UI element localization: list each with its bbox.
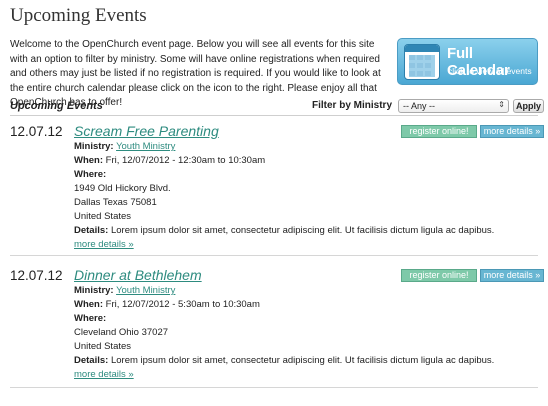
- event-date: 12.07.12: [10, 124, 63, 139]
- full-calendar-subtitle: click to view all events: [448, 66, 532, 76]
- ministry-label: Ministry:: [74, 285, 114, 296]
- address-country: United States: [74, 211, 132, 222]
- address-line-1: Cleveland Ohio 37027: [74, 327, 169, 338]
- where-label: Where:: [74, 169, 107, 180]
- apply-button[interactable]: Apply: [513, 99, 544, 113]
- ministry-link[interactable]: Youth Ministry: [116, 141, 175, 152]
- event-details: Ministry: Youth Ministry When: Fri, 12/0…: [74, 140, 534, 252]
- event-when: Fri, 12/07/2012 - 12:30am to 10:30am: [105, 155, 266, 166]
- ministry-select-value: -- Any --: [403, 101, 436, 111]
- filter-bar: Upcoming Events Filter by Ministry -- An…: [10, 98, 544, 116]
- address-country: United States: [74, 341, 132, 352]
- select-arrow-icon: ⇕: [498, 100, 505, 109]
- event-item: 12.07.12 Dinner at Bethlehem register on…: [10, 267, 544, 388]
- when-label: When:: [74, 299, 104, 310]
- event-title-link[interactable]: Scream Free Parenting: [74, 123, 219, 139]
- register-online-button[interactable]: register online!: [401, 269, 477, 282]
- address-line-1: 1949 Old Hickory Blvd.: [74, 183, 171, 194]
- more-details-link[interactable]: more details »: [74, 369, 134, 380]
- address-line-2: Dallas Texas 75081: [74, 197, 157, 208]
- full-calendar-button[interactable]: Full Calendar click to view all events: [397, 38, 538, 85]
- section-title: Upcoming Events: [10, 100, 103, 112]
- event-when: Fri, 12/07/2012 - 5:30am to 10:30am: [105, 299, 260, 310]
- event-item: 12.07.12 Scream Free Parenting register …: [10, 123, 544, 256]
- event-description: Lorem ipsum dolor sit amet, consectetur …: [110, 225, 495, 236]
- more-details-button[interactable]: more details »: [480, 125, 544, 138]
- event-date: 12.07.12: [10, 268, 63, 283]
- ministry-label: Ministry:: [74, 141, 114, 152]
- where-label: Where:: [74, 313, 107, 324]
- filter-label: Filter by Ministry: [312, 100, 393, 111]
- details-label: Details:: [74, 225, 109, 236]
- event-description: Lorem ipsum dolor sit amet, consectetur …: [110, 355, 495, 366]
- events-page: Upcoming Events Welcome to the OpenChurc…: [0, 0, 548, 406]
- event-details: Ministry: Youth Ministry When: Fri, 12/0…: [74, 284, 534, 382]
- calendar-icon: [404, 44, 440, 80]
- event-title-link[interactable]: Dinner at Bethlehem: [74, 267, 202, 283]
- more-details-button[interactable]: more details »: [480, 269, 544, 282]
- ministry-select[interactable]: -- Any -- ⇕: [398, 99, 509, 113]
- register-online-button[interactable]: register online!: [401, 125, 477, 138]
- ministry-link[interactable]: Youth Ministry: [116, 285, 175, 296]
- page-title: Upcoming Events: [10, 5, 147, 26]
- more-details-link[interactable]: more details »: [74, 239, 134, 250]
- details-label: Details:: [74, 355, 109, 366]
- when-label: When:: [74, 155, 104, 166]
